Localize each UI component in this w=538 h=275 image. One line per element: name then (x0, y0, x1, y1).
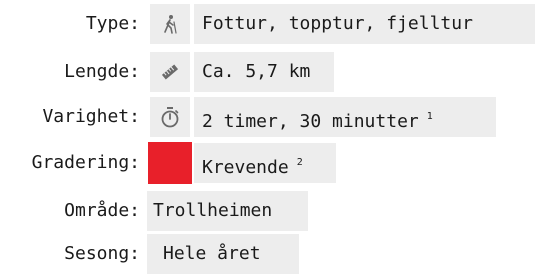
duration-value: 2 timer, 30 minutter (202, 111, 419, 132)
area-row: Område: Trollheimen (0, 191, 538, 231)
type-value: Fottur, topptur, fjelltur (202, 13, 473, 34)
length-value: Ca. 5,7 km (202, 61, 311, 82)
grade-value: Krevende (202, 157, 289, 178)
ruler-icon (161, 64, 179, 80)
stopwatch-icon (161, 107, 179, 128)
grade-value-cell: Krevende 2 (194, 143, 336, 183)
type-label: Type: (85, 13, 140, 34)
length-row: Lengde: Ca. 5,7 km (0, 52, 538, 92)
duration-icon-cell (150, 97, 190, 137)
duration-label: Varighet: (42, 106, 140, 127)
area-label: Område: (64, 200, 140, 221)
season-value: Hele året (163, 243, 261, 264)
season-label: Sesong: (64, 243, 140, 264)
duration-row: Varighet: 2 timer, 30 minutter 1 (0, 97, 538, 137)
grade-label: Gradering: (31, 152, 140, 173)
season-row: Sesong: Hele året (0, 234, 538, 274)
length-value-cell: Ca. 5,7 km (194, 52, 334, 92)
type-value-cell: Fottur, topptur, fjelltur (194, 4, 535, 44)
hiker-icon (164, 15, 177, 34)
area-value-cell: Trollheimen (147, 191, 308, 231)
type-icon-cell (150, 4, 190, 44)
area-value: Trollheimen (153, 200, 273, 221)
grade-color-swatch (148, 142, 192, 184)
season-value-cell: Hele året (147, 234, 299, 274)
duration-value-cell: 2 timer, 30 minutter 1 (194, 97, 496, 137)
grade-row: Gradering: Krevende 2 (0, 142, 538, 184)
duration-footnote: 1 (426, 111, 433, 122)
length-icon-cell (150, 52, 190, 92)
length-label: Lengde: (64, 61, 140, 82)
type-row: Type: Fottur, topptur, fjelltur (0, 4, 538, 44)
grade-footnote: 2 (296, 157, 303, 168)
